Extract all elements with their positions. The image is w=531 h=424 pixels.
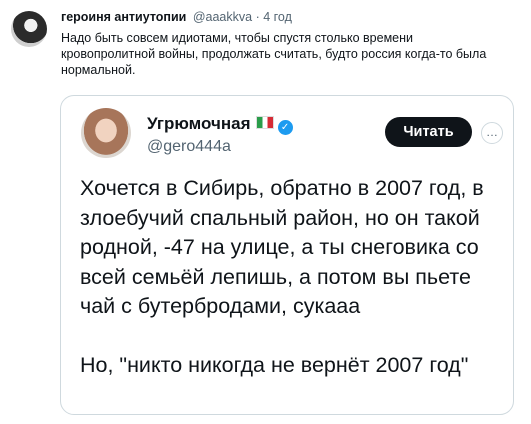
- verified-badge-icon: ✓: [277, 120, 293, 135]
- follow-button[interactable]: Читать: [385, 117, 472, 147]
- embedded-post-card[interactable]: Угрюмочная ✓ @gero444a Читать … Хочется в…: [60, 95, 514, 415]
- embedded-author-avatar[interactable]: [81, 108, 131, 158]
- embedded-author-name[interactable]: Угрюмочная: [147, 114, 251, 133]
- outer-author-name[interactable]: героиня антиутопии: [61, 10, 186, 24]
- embedded-post-paragraph-2: Но, "никто никогда не вернёт 2007 год": [80, 352, 469, 377]
- outer-author-handle-time[interactable]: @aaakkva · 4 год: [193, 10, 292, 24]
- embedded-post-paragraph-1: Хочется в Сибирь, обратно в 2007 год, в …: [80, 176, 484, 318]
- more-options-icon[interactable]: …: [481, 122, 503, 144]
- outer-post-text: Надо быть совсем идиотами, чтобы спустя …: [61, 31, 487, 77]
- italy-flag-icon: [255, 116, 274, 129]
- embedded-author-handle[interactable]: @gero444a: [147, 138, 231, 156]
- outer-post-header: героиня антиутопии @aaakkva · 4 год: [61, 10, 292, 24]
- embedded-post-text: Хочется в Сибирь, обратно в 2007 год, в …: [80, 174, 508, 380]
- outer-author-avatar[interactable]: [11, 11, 47, 47]
- embedded-author-name-row: Угрюмочная ✓: [147, 114, 293, 135]
